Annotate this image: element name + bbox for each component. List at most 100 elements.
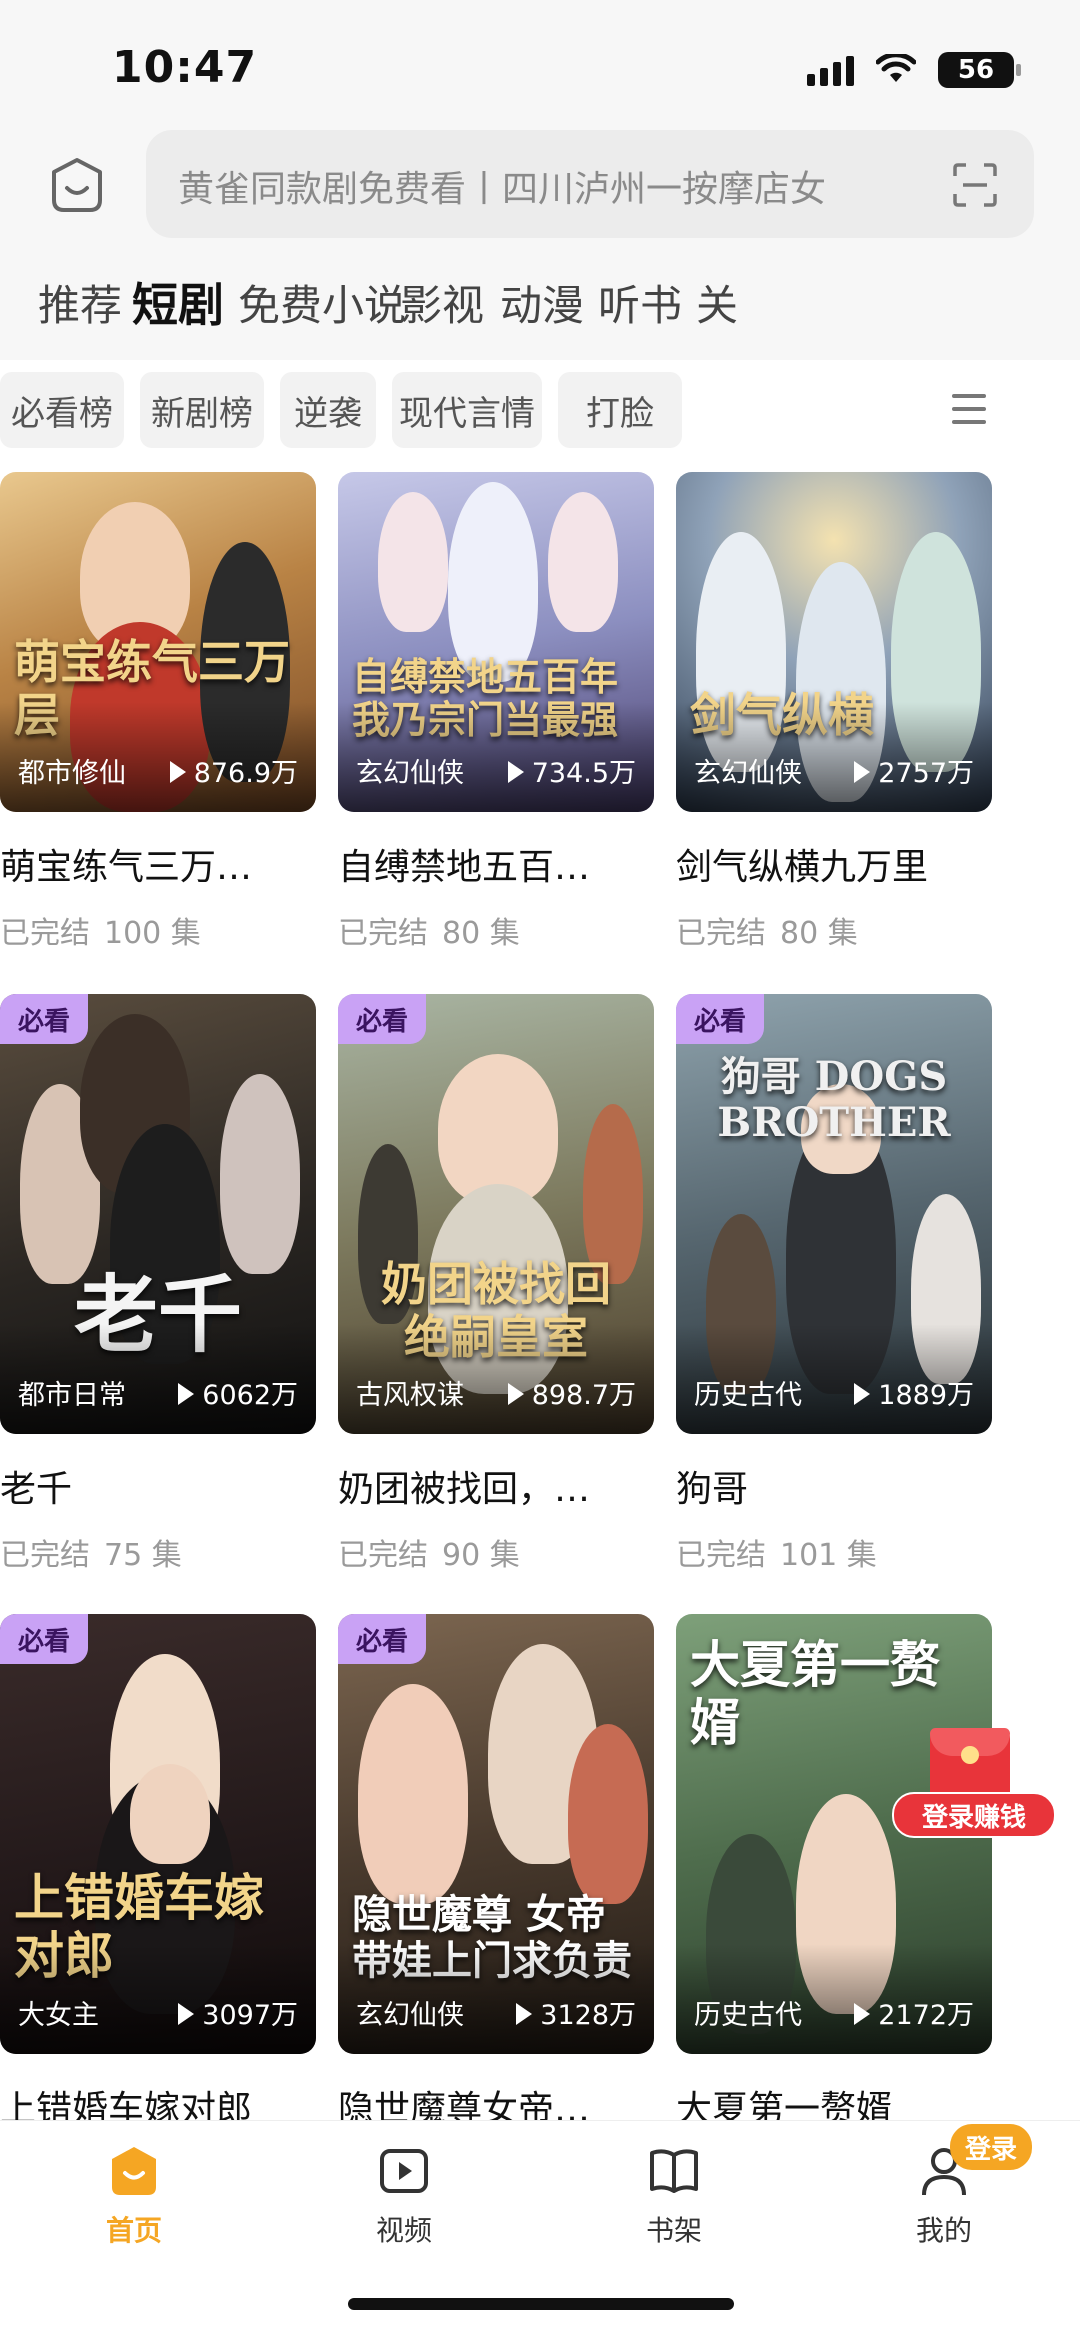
play-icon	[169, 761, 186, 783]
drama-grid: 萌宝练气三万层 都市修仙 876.9万 萌宝练气三万… 已完结100 集 自缚禁…	[0, 472, 1080, 2152]
drama-poster[interactable]: 必看 奶团被找回 绝嗣皇室 古风权谋 898.7万	[338, 994, 654, 1434]
cellular-signal-icon	[807, 54, 854, 86]
tab-recommend[interactable]: 推荐	[38, 272, 122, 333]
drama-views: 734.5万	[507, 751, 636, 790]
drama-meta: 已完结 75 集	[0, 1538, 182, 1573]
drama-poster[interactable]: 必看 狗哥 DOGS BROTHER 历史古代 1889万	[676, 994, 992, 1434]
video-play-icon	[380, 2149, 428, 2193]
tab-film-tv[interactable]: 影视	[400, 272, 484, 333]
must-watch-badge: 必看	[338, 1614, 426, 1664]
drama-views: 2757万	[854, 751, 974, 790]
drama-card[interactable]: 必看 隐世魔尊 女帝带娃上门求负责 玄幻仙侠 3128万 隐世魔尊女帝…	[338, 1614, 654, 2132]
battery-icon: 56	[938, 52, 1021, 88]
drama-poster[interactable]: 萌宝练气三万层 都市修仙 876.9万	[0, 472, 316, 812]
filter-menu-icon[interactable]	[952, 394, 986, 426]
search-bar[interactable]: 黄雀同款剧免费看丨四川泸州一按摩店女	[146, 130, 1034, 238]
drama-meta: 已完结 101 集	[676, 1538, 877, 1573]
tab-short-drama[interactable]: 短剧	[132, 269, 224, 335]
play-icon	[854, 2003, 871, 2025]
drama-views: 2172万	[854, 1993, 974, 2032]
drama-genre: 历史古代	[694, 2000, 802, 2031]
drama-meta: 已完结 90 集	[338, 1538, 520, 1573]
wifi-icon	[876, 54, 916, 82]
drama-title[interactable]: 奶团被找回，…	[338, 1460, 654, 1512]
home-icon	[112, 2147, 156, 2195]
chip-face-slap[interactable]: 打脸	[558, 372, 682, 448]
must-watch-badge: 必看	[0, 1614, 88, 1664]
play-icon	[516, 2003, 533, 2025]
play-icon	[507, 761, 524, 783]
red-envelope-icon	[930, 1728, 1010, 1802]
home-indicator	[348, 2298, 734, 2310]
app-logo-icon[interactable]	[48, 156, 106, 214]
drama-poster[interactable]: 剑气纵横 玄幻仙侠 2757万	[676, 472, 992, 812]
drama-genre: 都市修仙	[18, 758, 126, 789]
scan-icon[interactable]	[952, 162, 998, 208]
drama-genre: 历史古代	[694, 1380, 802, 1411]
play-icon	[854, 1383, 871, 1405]
nav-video[interactable]: 视频	[334, 2143, 474, 2249]
drama-poster[interactable]: 必看 老千 都市日常 6062万	[0, 994, 316, 1434]
chip-new-drama[interactable]: 新剧榜	[140, 372, 264, 448]
nav-home[interactable]: 首页	[64, 2143, 204, 2249]
drama-title[interactable]: 狗哥	[676, 1460, 992, 1512]
drama-card[interactable]: 必看 老千 都市日常 6062万 老千 已完结 75 集	[0, 994, 316, 1574]
must-watch-badge: 必看	[0, 994, 88, 1044]
drama-genre: 玄幻仙侠	[356, 2000, 464, 2031]
drama-poster[interactable]: 必看 上错婚车嫁对郎 大女主 3097万	[0, 1614, 316, 2054]
drama-views: 1889万	[854, 1373, 974, 1412]
drama-meta: 已完结 80 集	[338, 916, 520, 951]
tab-anime[interactable]: 动漫	[500, 272, 584, 333]
nav-bookshelf-label: 书架	[645, 2214, 702, 2247]
play-icon	[854, 761, 871, 783]
drama-title[interactable]: 老千	[0, 1460, 316, 1512]
drama-poster[interactable]: 必看 隐世魔尊 女帝带娃上门求负责 玄幻仙侠 3128万	[338, 1614, 654, 2054]
chip-modern-romance[interactable]: 现代言情	[392, 372, 542, 448]
drama-card[interactable]: 必看 奶团被找回 绝嗣皇室 古风权谋 898.7万 奶团被找回，… 已完结90 …	[338, 994, 654, 1574]
header: 黄雀同款剧免费看丨四川泸州一按摩店女 推荐 短剧 免费小说 影视 动漫 听书 关	[0, 120, 1080, 360]
drama-views: 6062万	[178, 1373, 298, 1412]
tab-follow[interactable]: 关	[696, 272, 738, 333]
drama-genre: 都市日常	[18, 1380, 126, 1411]
drama-title[interactable]: 萌宝练气三万…	[0, 838, 316, 890]
drama-card[interactable]: 自缚禁地五百年 我乃宗门当最强 玄幻仙侠 734.5万 自缚禁地五百… 已完结8…	[338, 472, 654, 952]
must-watch-badge: 必看	[338, 994, 426, 1044]
category-tabs: 推荐 短剧 免费小说 影视 动漫 听书 关	[0, 272, 1080, 342]
status-icons: 56	[807, 52, 1021, 88]
nav-video-label: 视频	[375, 2214, 432, 2247]
drama-poster[interactable]: 自缚禁地五百年 我乃宗门当最强 玄幻仙侠 734.5万	[338, 472, 654, 812]
nav-home-label: 首页	[105, 2214, 162, 2247]
drama-title[interactable]: 自缚禁地五百…	[338, 838, 654, 890]
drama-views: 898.7万	[507, 1373, 636, 1412]
nav-bookshelf[interactable]: 书架	[604, 2143, 744, 2249]
must-watch-badge: 必看	[676, 994, 764, 1044]
drama-genre: 玄幻仙侠	[694, 758, 802, 789]
drama-card[interactable]: 萌宝练气三万层 都市修仙 876.9万 萌宝练气三万… 已完结100 集	[0, 472, 316, 952]
nav-profile-label: 我的	[915, 2214, 972, 2247]
drama-title[interactable]: 剑气纵横九万里	[676, 838, 992, 890]
drama-card[interactable]: 剑气纵横 玄幻仙侠 2757万 剑气纵横九万里 已完结80 集	[676, 472, 992, 952]
login-reward-button[interactable]: 登录赚钱	[890, 1728, 1056, 1844]
status-time: 10:47	[112, 42, 258, 93]
drama-genre: 玄幻仙侠	[356, 758, 464, 789]
drama-card[interactable]: 必看 狗哥 DOGS BROTHER 历史古代 1889万 狗哥 已完结 101 …	[676, 994, 992, 1574]
drama-meta: 已完结 100 集	[0, 916, 201, 951]
drama-genre: 古风权谋	[356, 1380, 464, 1411]
login-reward-label: 登录赚钱	[892, 1792, 1056, 1838]
drama-views: 876.9万	[169, 751, 298, 790]
drama-meta: 已完结 80 集	[676, 916, 858, 951]
chip-must-watch[interactable]: 必看榜	[0, 372, 124, 448]
status-bar: 10:47 56	[0, 0, 1080, 120]
search-input[interactable]: 黄雀同款剧免费看丨四川泸州一按摩店女	[178, 160, 938, 212]
drama-card[interactable]: 大夏第一赘婿 历史古代 2172万 大夏第一赘婿	[676, 1614, 992, 2132]
play-icon	[178, 1383, 195, 1405]
drama-genre: 大女主	[18, 2000, 99, 2031]
play-icon	[507, 1383, 524, 1405]
login-badge[interactable]: 登录	[950, 2124, 1032, 2170]
tab-audiobook[interactable]: 听书	[598, 272, 682, 333]
tab-free-novel[interactable]: 免费小说	[238, 272, 406, 333]
drama-card[interactable]: 必看 上错婚车嫁对郎 大女主 3097万 上错婚车嫁对郎	[0, 1614, 316, 2132]
chip-comeback[interactable]: 逆袭	[280, 372, 376, 448]
drama-views: 3097万	[178, 1993, 298, 2032]
play-icon	[178, 2003, 195, 2025]
